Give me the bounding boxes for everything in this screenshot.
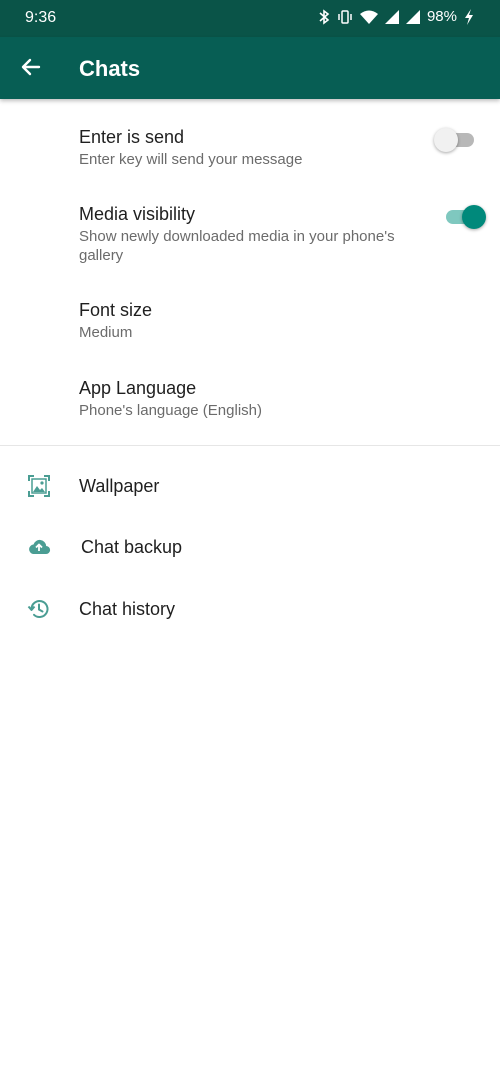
enter-is-send-title: Enter is send: [79, 127, 185, 147]
font-size-value: Medium: [79, 324, 133, 341]
media-visibility-subtitle: Show newly downloaded media in your phon…: [79, 228, 395, 264]
bluetooth-icon: [318, 8, 330, 25]
battery-percent: 98%: [426, 8, 457, 25]
history-icon: [27, 597, 51, 621]
cloud-upload-icon: [27, 535, 51, 559]
back-button[interactable]: [14, 52, 48, 86]
signal-icon: [405, 9, 420, 24]
enter-is-send-subtitle: Enter key will send your message: [79, 151, 303, 168]
toggle-thumb: [434, 128, 458, 152]
vibrate-icon: [337, 9, 353, 25]
wallpaper-label: Wallpaper: [79, 476, 160, 496]
status-time: 9:36: [25, 9, 57, 26]
status-bar: 9:36 98%: [0, 0, 500, 37]
chat-backup-link[interactable]: Chat backup: [0, 517, 500, 577]
chat-history-label: Chat history: [79, 599, 176, 619]
arrow-left-icon: [21, 57, 41, 82]
app-language-value: Phone's language (English): [79, 402, 262, 419]
wifi-icon: [359, 10, 378, 24]
chat-history-link[interactable]: Chat history: [0, 578, 500, 640]
section-divider: [0, 445, 500, 446]
app-language-title: App Language: [79, 378, 197, 398]
font-size-setting[interactable]: Font size Medium: [0, 284, 500, 360]
wallpaper-link[interactable]: Wallpaper: [0, 456, 500, 516]
enter-is-send-setting[interactable]: Enter is send Enter key will send your m…: [0, 110, 500, 186]
font-size-title: Font size: [79, 300, 153, 320]
charging-icon: [464, 8, 474, 25]
status-icons: 98%: [318, 8, 474, 25]
chat-backup-label: Chat backup: [81, 537, 183, 557]
toggle-thumb: [462, 205, 486, 229]
app-language-setting[interactable]: App Language Phone's language (English): [0, 362, 500, 438]
wallpaper-icon: [27, 474, 51, 498]
media-visibility-setting[interactable]: Media visibility Show newly downloaded m…: [0, 188, 500, 280]
signal-icon: [384, 9, 399, 24]
media-visibility-title: Media visibility: [79, 204, 196, 224]
app-bar: Chats: [0, 37, 500, 99]
page-title: Chats: [79, 56, 141, 81]
